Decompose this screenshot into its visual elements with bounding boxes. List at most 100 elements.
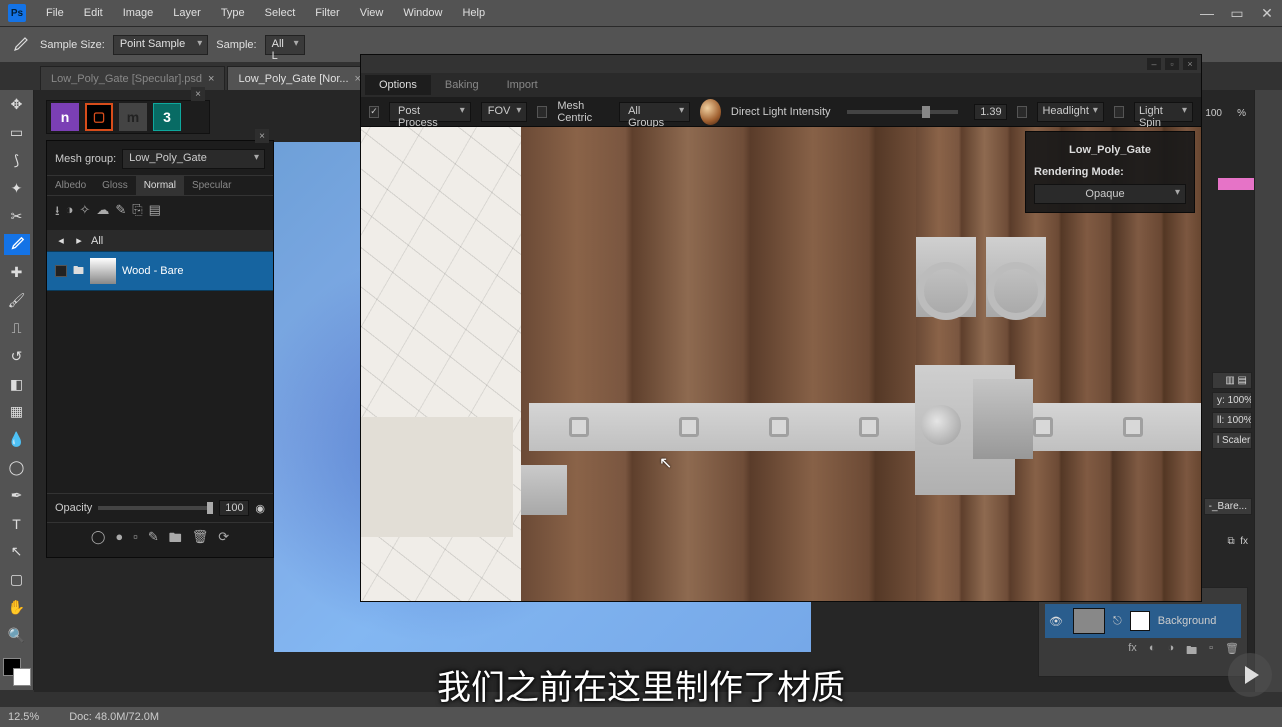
brush-icon[interactable]: ✎ [115, 202, 126, 224]
zoom-tool-icon[interactable]: 🔍 [4, 624, 30, 646]
ddo-app-icon[interactable]: ▢ [85, 103, 113, 131]
mesh-group-select[interactable]: Low_Poly_Gate [122, 149, 265, 169]
layer-checkbox[interactable] [55, 265, 67, 277]
history-brush-icon[interactable]: ↺ [4, 345, 30, 367]
path-tool-icon[interactable]: ↖ [4, 541, 30, 563]
close-icon[interactable]: × [208, 73, 214, 85]
add-mask-icon[interactable]: ✧ [79, 202, 90, 224]
close-icon[interactable]: × [191, 87, 205, 101]
smart-mask-icon[interactable]: ☁ [96, 202, 109, 224]
layer-row-wood-bare[interactable]: 🖿 Wood - Bare [47, 251, 273, 291]
zoom-level[interactable]: 12.5% [8, 711, 39, 723]
headlight-select[interactable]: Headlight [1037, 102, 1103, 122]
window-close-icon[interactable]: ✕ [1252, 5, 1282, 22]
document-tab-normal[interactable]: Low_Poly_Gate [Nor...× [227, 66, 372, 90]
light-intensity-value[interactable]: 1.39 [974, 104, 1007, 120]
tab-import[interactable]: Import [493, 75, 552, 95]
adjustment-icon[interactable]: ◑ [1167, 642, 1174, 661]
window-restore-icon[interactable]: ▭ [1222, 5, 1252, 22]
window-minimize-icon[interactable]: – [1147, 58, 1161, 70]
import-icon[interactable]: ⭳ [55, 202, 60, 224]
edit-icon[interactable]: ✎ [148, 529, 159, 551]
menu-edit[interactable]: Edit [74, 3, 113, 23]
opacity-slider[interactable] [98, 506, 213, 510]
stack-icon[interactable]: ▤ [149, 202, 161, 224]
groups-select[interactable]: All Groups [619, 102, 690, 122]
layer-opacity-value[interactable]: 100% [1228, 395, 1252, 406]
sample-select[interactable]: All L [265, 35, 305, 55]
hand-tool-icon[interactable]: ✋ [4, 596, 30, 618]
window-maximize-icon[interactable]: ▫ [1165, 58, 1179, 70]
layer-tag-bare[interactable]: -_Bare... [1204, 498, 1252, 515]
eraser-tool-icon[interactable]: ◧ [4, 373, 30, 395]
rendering-mode-select[interactable]: Opaque [1034, 184, 1186, 204]
blur-tool-icon[interactable]: 💧 [4, 429, 30, 451]
headlight-checkbox[interactable] [1017, 106, 1027, 118]
opacity-value[interactable]: 100 [219, 500, 249, 516]
environment-sphere-icon[interactable] [700, 99, 721, 125]
heal-tool-icon[interactable]: ✚ [4, 261, 30, 283]
refresh-icon[interactable]: ⟳ [218, 529, 229, 551]
new-file-icon[interactable]: ▫ [133, 529, 138, 551]
collapse-left-icon[interactable]: ◂ [55, 234, 67, 247]
tab-baking[interactable]: Baking [431, 75, 493, 95]
wand-tool-icon[interactable]: ✦ [4, 178, 30, 200]
layer-mask-thumbnail[interactable] [1130, 611, 1150, 631]
tab-options[interactable]: Options [365, 75, 431, 95]
gradient-tool-icon[interactable]: ▦ [4, 401, 30, 423]
background-layer-row[interactable]: 👁 ⎋ Background [1045, 604, 1241, 638]
sample-size-select[interactable]: Point Sample [113, 35, 208, 55]
link-icon[interactable]: ◉ [255, 502, 265, 515]
pen-tool-icon[interactable]: ✒ [4, 485, 30, 507]
tab-specular[interactable]: Specular [184, 176, 239, 195]
visibility-icon[interactable]: 👁 [1049, 615, 1065, 628]
right-panel-strip[interactable] [1254, 90, 1282, 692]
menu-file[interactable]: File [36, 3, 74, 23]
brush-tool-icon[interactable]: 🖌 [4, 289, 30, 311]
user-icon[interactable]: ◯ [91, 529, 106, 551]
copy-icon[interactable]: ⎘ [132, 202, 142, 224]
menu-type[interactable]: Type [211, 3, 255, 23]
marquee-tool-icon[interactable]: ▭ [4, 122, 30, 144]
eyedropper-tool-icon[interactable] [4, 234, 30, 256]
color-swatches[interactable] [3, 658, 31, 686]
trash-icon[interactable]: 🗑 [192, 529, 209, 551]
new-layer-icon[interactable]: ▫ [1209, 642, 1213, 661]
megascans-app-icon[interactable]: m [119, 103, 147, 131]
crop-tool-icon[interactable]: ✂ [4, 206, 30, 228]
light-intensity-slider[interactable] [847, 110, 959, 114]
menu-view[interactable]: View [350, 3, 394, 23]
mesh-centric-checkbox[interactable] [537, 106, 547, 118]
fx-icon[interactable]: fx [1128, 642, 1137, 661]
post-process-select[interactable]: Post Process [389, 102, 471, 122]
all-groups-row[interactable]: ◂ ▸ All [47, 230, 273, 251]
ndo-app-icon[interactable]: n [51, 103, 79, 131]
folder-icon[interactable]: 🖿 [169, 529, 182, 551]
menu-window[interactable]: Window [393, 3, 452, 23]
menu-layer[interactable]: Layer [163, 3, 211, 23]
expand-right-icon[interactable]: ▸ [73, 234, 85, 247]
layer-fill-value[interactable]: 100% [1227, 415, 1252, 426]
play-button-icon[interactable] [1228, 653, 1272, 697]
dodge-tool-icon[interactable]: ◯ [4, 457, 30, 479]
light-spin-select[interactable]: Light Spin [1134, 102, 1193, 122]
fx-label[interactable]: fx [1240, 536, 1248, 547]
folder-icon[interactable]: 🖿 [1186, 642, 1197, 661]
lasso-tool-icon[interactable]: ⟆ [4, 150, 30, 172]
stamp-tool-icon[interactable]: ⎍ [4, 317, 30, 339]
post-process-checkbox[interactable] [369, 106, 379, 118]
menu-help[interactable]: Help [452, 3, 495, 23]
mask-icon[interactable]: ◑ [66, 202, 74, 224]
tab-normal[interactable]: Normal [136, 176, 184, 195]
mask-icon[interactable]: ◐ [1149, 642, 1156, 661]
close-icon[interactable]: × [255, 129, 269, 143]
type-tool-icon[interactable]: T [4, 513, 30, 535]
shape-tool-icon[interactable]: ▢ [4, 568, 30, 590]
menu-select[interactable]: Select [255, 3, 306, 23]
window-close-icon[interactable]: × [1183, 58, 1197, 70]
move-tool-icon[interactable]: ✥ [4, 94, 30, 116]
tab-albedo[interactable]: Albedo [47, 176, 94, 195]
circle-icon[interactable]: ● [115, 529, 123, 551]
tab-gloss[interactable]: Gloss [94, 176, 136, 195]
light-spin-checkbox[interactable] [1114, 106, 1124, 118]
